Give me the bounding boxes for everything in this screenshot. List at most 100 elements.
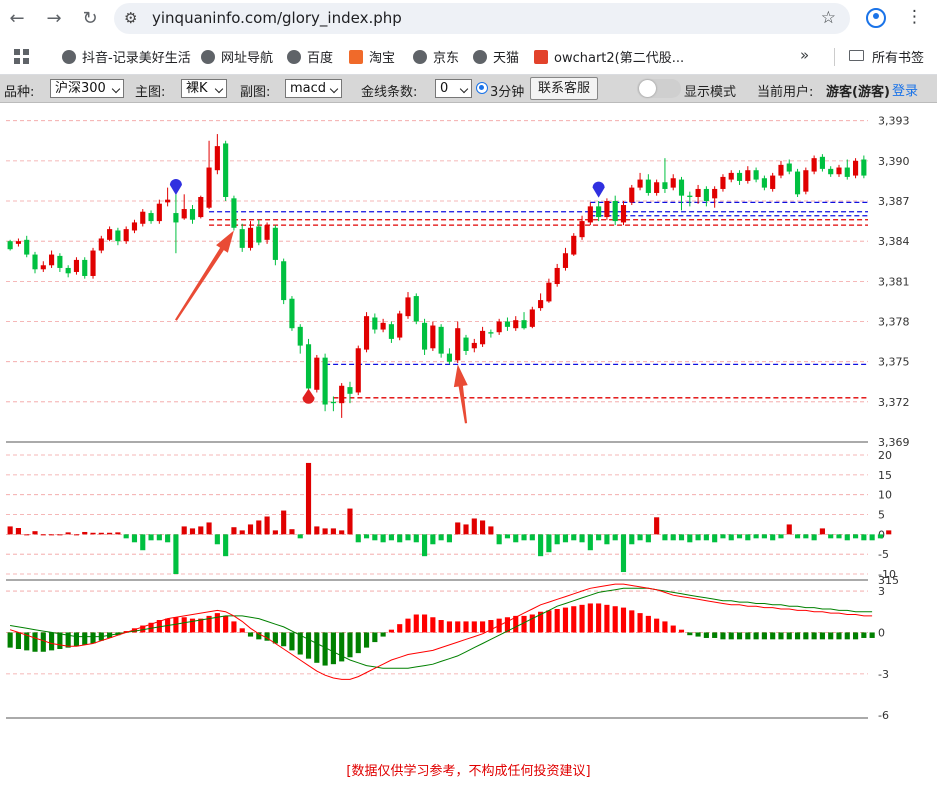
volume-bar <box>40 534 46 536</box>
candle-body <box>496 321 502 333</box>
login-link[interactable]: 登录 <box>892 80 918 99</box>
macd-histogram-bar <box>736 632 743 640</box>
macd-histogram-bar <box>330 632 336 665</box>
volume-bar <box>15 528 22 535</box>
volume-bar <box>289 529 295 535</box>
candle-body <box>247 227 254 248</box>
macd-histogram-bar <box>662 621 668 633</box>
profile-icon[interactable] <box>866 8 886 28</box>
bookmark-star-icon[interactable]: ☆ <box>821 8 836 28</box>
macd-histogram-bar <box>728 632 734 640</box>
macd-histogram-bar <box>405 618 411 633</box>
folder-icon[interactable] <box>849 50 864 61</box>
volume-bar <box>397 534 403 543</box>
candle-body <box>363 316 370 350</box>
candle-body <box>728 172 734 180</box>
forward-arrow-icon[interactable]: → <box>43 8 65 30</box>
back-arrow-icon[interactable]: ← <box>6 8 28 30</box>
bookmark-douyin[interactable]: 抖音-记录美好生活 <box>62 47 191 66</box>
candle-body <box>678 179 685 196</box>
volume-bar <box>886 530 892 535</box>
volume-bar <box>786 524 792 535</box>
bookmark-jd[interactable]: 京东 <box>413 47 459 66</box>
price-tick-label: 3,381 <box>878 275 910 288</box>
main-chart-label: 主图: <box>135 85 166 100</box>
volume-bar <box>73 534 80 536</box>
volume-bar <box>562 534 569 543</box>
bookmark-tmall[interactable]: 天猫 <box>473 47 519 66</box>
candle-body <box>620 205 627 223</box>
divider <box>834 48 835 66</box>
volume-bar <box>596 534 602 541</box>
candle-body <box>430 325 436 349</box>
more-bookmarks-icon[interactable]: » <box>800 46 809 64</box>
volume-bar <box>480 520 486 535</box>
apps-grid-icon[interactable] <box>14 49 29 64</box>
globe-icon <box>473 50 487 64</box>
candle-body <box>181 209 187 219</box>
volume-tick-label: 10 <box>878 489 892 502</box>
macd-tick-label: 0 <box>878 626 885 639</box>
macd-histogram-bar <box>794 632 801 640</box>
globe-icon <box>201 50 215 64</box>
macd-histogram-bar <box>778 632 784 640</box>
volume-bar <box>778 534 784 539</box>
candle-body <box>388 324 394 339</box>
candle-body <box>322 357 328 405</box>
volume-bar <box>214 534 220 545</box>
volume-bar <box>98 532 104 535</box>
contact-service-button[interactable]: 联系客服 <box>530 77 599 100</box>
bookmark-owchart[interactable]: owchart2(第二代股... <box>534 47 684 66</box>
volume-bar <box>206 522 212 535</box>
sub-chart-select[interactable]: macd <box>285 79 342 98</box>
macd-histogram-bar <box>670 625 676 633</box>
volume-bar <box>65 532 71 535</box>
macd-histogram-bar <box>803 632 809 640</box>
price-tick-label: 3,372 <box>878 396 910 409</box>
taobao-icon <box>349 50 363 64</box>
volume-bar <box>57 534 63 536</box>
reload-icon[interactable]: ↻ <box>79 8 101 30</box>
owchart-icon <box>534 50 548 64</box>
volume-bar <box>604 534 610 545</box>
macd-histogram-bar <box>223 615 229 633</box>
volume-bar <box>355 534 361 543</box>
stock-chart[interactable]: 3,393 3,390 3,387 3,384 3,381 3,378 3,375 3,372… <box>0 103 937 753</box>
candle-body <box>131 222 138 231</box>
period-radio[interactable] <box>476 82 488 94</box>
disclaimer-text: [数据仅供学习参考，不构成任何投资建议] <box>346 764 591 779</box>
address-bar[interactable]: ⚙ yinquaninfo.com/glory_index.php ☆ <box>114 3 850 34</box>
macd-histogram-bar <box>703 632 709 638</box>
all-bookmarks-link[interactable]: 所有书签 <box>872 47 924 66</box>
volume-bar <box>629 534 635 545</box>
volume-bar <box>770 534 776 541</box>
candle-body <box>231 198 237 228</box>
candle-body <box>115 230 121 242</box>
display-mode-toggle[interactable] <box>637 79 681 98</box>
site-settings-icon[interactable]: ⚙ <box>124 9 137 27</box>
candle-body <box>198 196 204 218</box>
candle-body <box>15 241 22 244</box>
candle-body <box>405 297 411 317</box>
candle-body <box>82 259 88 276</box>
variety-select[interactable]: 沪深300 <box>50 79 124 98</box>
macd-histogram-bar <box>7 632 13 648</box>
bookmark-nav[interactable]: 网址导航 <box>201 47 273 66</box>
candle-body <box>347 387 353 394</box>
volume-bar <box>620 534 627 573</box>
volume-bar <box>828 534 834 539</box>
candle-body <box>778 164 784 176</box>
kebab-menu-icon[interactable]: ⋮ <box>906 7 923 27</box>
bookmark-taobao[interactable]: 淘宝 <box>349 47 395 66</box>
url-text[interactable]: yinquaninfo.com/glory_index.php <box>152 9 402 27</box>
volume-bar <box>372 534 378 541</box>
main-chart-select[interactable]: 裸K <box>181 79 227 98</box>
gold-lines-select[interactable]: 0 <box>435 79 472 98</box>
bookmark-baidu[interactable]: 百度 <box>287 47 333 66</box>
candle-body <box>90 250 96 276</box>
candle-body <box>471 342 477 349</box>
candle-body <box>852 160 859 176</box>
volume-bar <box>388 534 394 541</box>
volume-bar <box>637 534 643 541</box>
volume-bar <box>836 534 842 539</box>
